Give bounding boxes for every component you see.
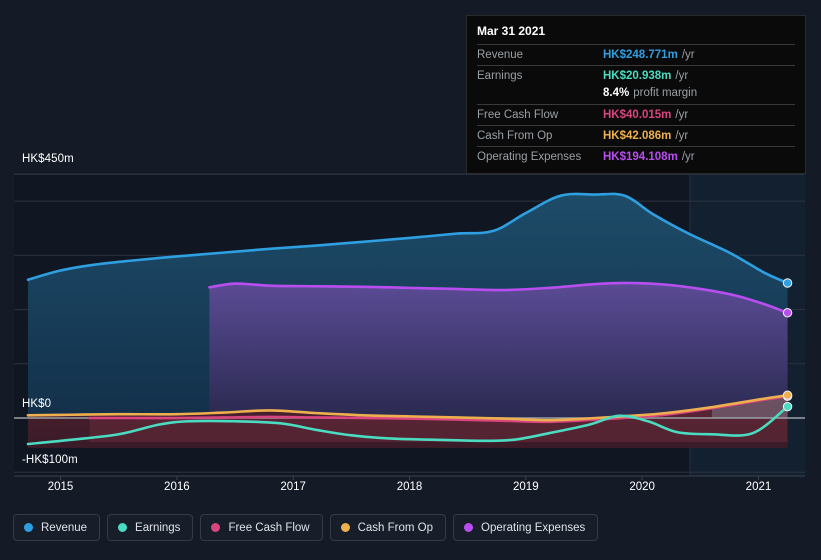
tooltip-row-label: Earnings	[477, 70, 523, 83]
x-axis-label-2017: 2017	[280, 481, 306, 493]
endpoint-revenue	[782, 278, 793, 288]
tooltip-row: 8.4% profit margin	[477, 86, 795, 103]
tooltip-row-unit: /yr	[675, 129, 689, 142]
y-axis-label-bottom: -HK$100m	[22, 454, 78, 466]
legend-item-cash-from-op[interactable]: Cash From Op	[329, 514, 447, 541]
tooltip-row: Earnings HK$20.938m/yr	[477, 65, 795, 86]
legend-color-dot-icon	[24, 523, 33, 532]
tooltip-row-unit: /yr	[681, 151, 695, 164]
tooltip-row-label: Free Cash Flow	[477, 108, 559, 121]
legend-item-label: Cash From Op	[357, 521, 434, 534]
chart-legend[interactable]: Revenue Earnings Free Cash Flow Cash From O…	[13, 514, 599, 541]
tooltip-row-value: 8.4%	[603, 87, 630, 100]
endpoint-operating-expenses	[782, 308, 793, 318]
legend-item-label: Earnings	[135, 521, 181, 534]
legend-color-dot-icon	[211, 523, 221, 532]
legend-item-revenue[interactable]: Revenue	[13, 514, 101, 541]
legend-color-dot-icon	[340, 523, 350, 532]
x-axis-label-2016: 2016	[164, 481, 190, 493]
legend-item-operating-expenses[interactable]: Operating Expenses	[453, 514, 599, 541]
tooltip-row: Operating Expenses HK$194.108m/yr	[477, 146, 795, 167]
legend-item-label: Free Cash Flow	[228, 521, 310, 534]
legend-item-earnings[interactable]: Earnings	[107, 514, 194, 541]
tooltip-date: Mar 31 2021	[477, 24, 546, 38]
x-axis-label-2018: 2018	[396, 481, 423, 493]
area-operating-expenses	[209, 282, 788, 418]
legend-item-label: Operating Expenses	[481, 521, 586, 534]
financial-performance-chart: HK$450m HK$0 -HK$100m 2015 2016 2017 2018 20…	[0, 0, 821, 560]
legend-item-free-cash-flow[interactable]: Free Cash Flow	[200, 514, 323, 541]
data-tooltip: Mar 31 2021 Revenue HK$248.771m/yr Earning…	[466, 15, 806, 175]
y-axis-label-zero: HK$0	[22, 398, 52, 410]
legend-color-dot-icon	[464, 523, 474, 532]
legend-item-label: Revenue	[41, 521, 88, 534]
tooltip-row-value: HK$248.771m	[603, 49, 678, 61]
tooltip-row-label: Cash From Op	[477, 129, 553, 142]
tooltip-row: Cash From Op HK$42.086m/yr	[477, 124, 795, 146]
tooltip-row-unit: /yr	[675, 70, 689, 83]
tooltip-row-unit: /yr	[675, 108, 689, 121]
tooltip-row-value: HK$20.938m	[603, 70, 672, 83]
tooltip-row-value: HK$194.108m	[603, 151, 678, 164]
x-axis-label-2015: 2015	[47, 481, 74, 493]
tooltip-row: Revenue HK$248.771m/yr	[477, 44, 795, 65]
tooltip-row-value: HK$40.015m	[603, 108, 672, 121]
y-axis-label-top: HK$450m	[22, 153, 74, 165]
x-axis-ticks	[14, 475, 805, 480]
x-axis-label-2019: 2019	[513, 481, 539, 493]
endpoint-cash-from-op	[782, 390, 793, 400]
tooltip-row-label: Operating Expenses	[477, 151, 582, 164]
legend-color-dot-icon	[118, 523, 128, 532]
tooltip-row-unit: profit margin	[633, 87, 698, 100]
tooltip-row-unit: /yr	[681, 49, 695, 61]
endpoint-earnings	[782, 401, 793, 412]
tooltip-rows: Revenue HK$248.771m/yr Earnings HK$20.938m /…	[477, 44, 795, 167]
tooltip-row: Free Cash Flow HK$40.015m/yr	[477, 103, 795, 125]
tooltip-row-value: HK$42.086m	[603, 129, 672, 142]
x-axis-label-2020: 2020	[629, 481, 655, 493]
x-axis-label-2021: 2021	[745, 481, 772, 493]
tooltip-row-label: Revenue	[477, 49, 524, 61]
